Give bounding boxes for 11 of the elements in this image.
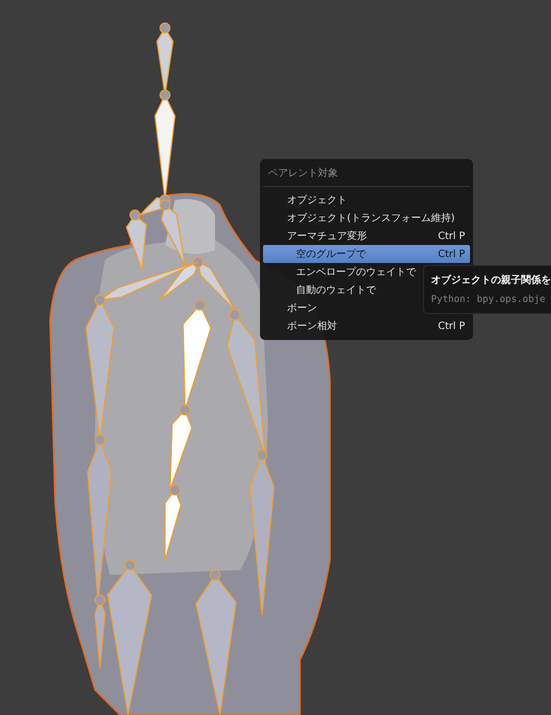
menu-item[interactable]: オブジェクト(トランスフォーム維持) [263,209,470,227]
menu-title: ペアレント対象 [267,166,339,181]
shortcut-label: Ctrl P [438,320,465,332]
menu-item[interactable]: アーマチュア変形 Ctrl P [263,227,470,245]
tooltip-title: オブジェクトの親子関係を [431,274,551,287]
menu-item[interactable]: 空のグループで Ctrl P [263,245,470,263]
menu-item[interactable]: オブジェクト [263,191,470,209]
shortcut-label: Ctrl P [438,230,465,242]
shortcut-label: Ctrl P [438,248,465,260]
python-path: Python: bpy.ops.obje [431,294,546,305]
menu-item[interactable]: ボーン相対 Ctrl P [263,317,470,335]
